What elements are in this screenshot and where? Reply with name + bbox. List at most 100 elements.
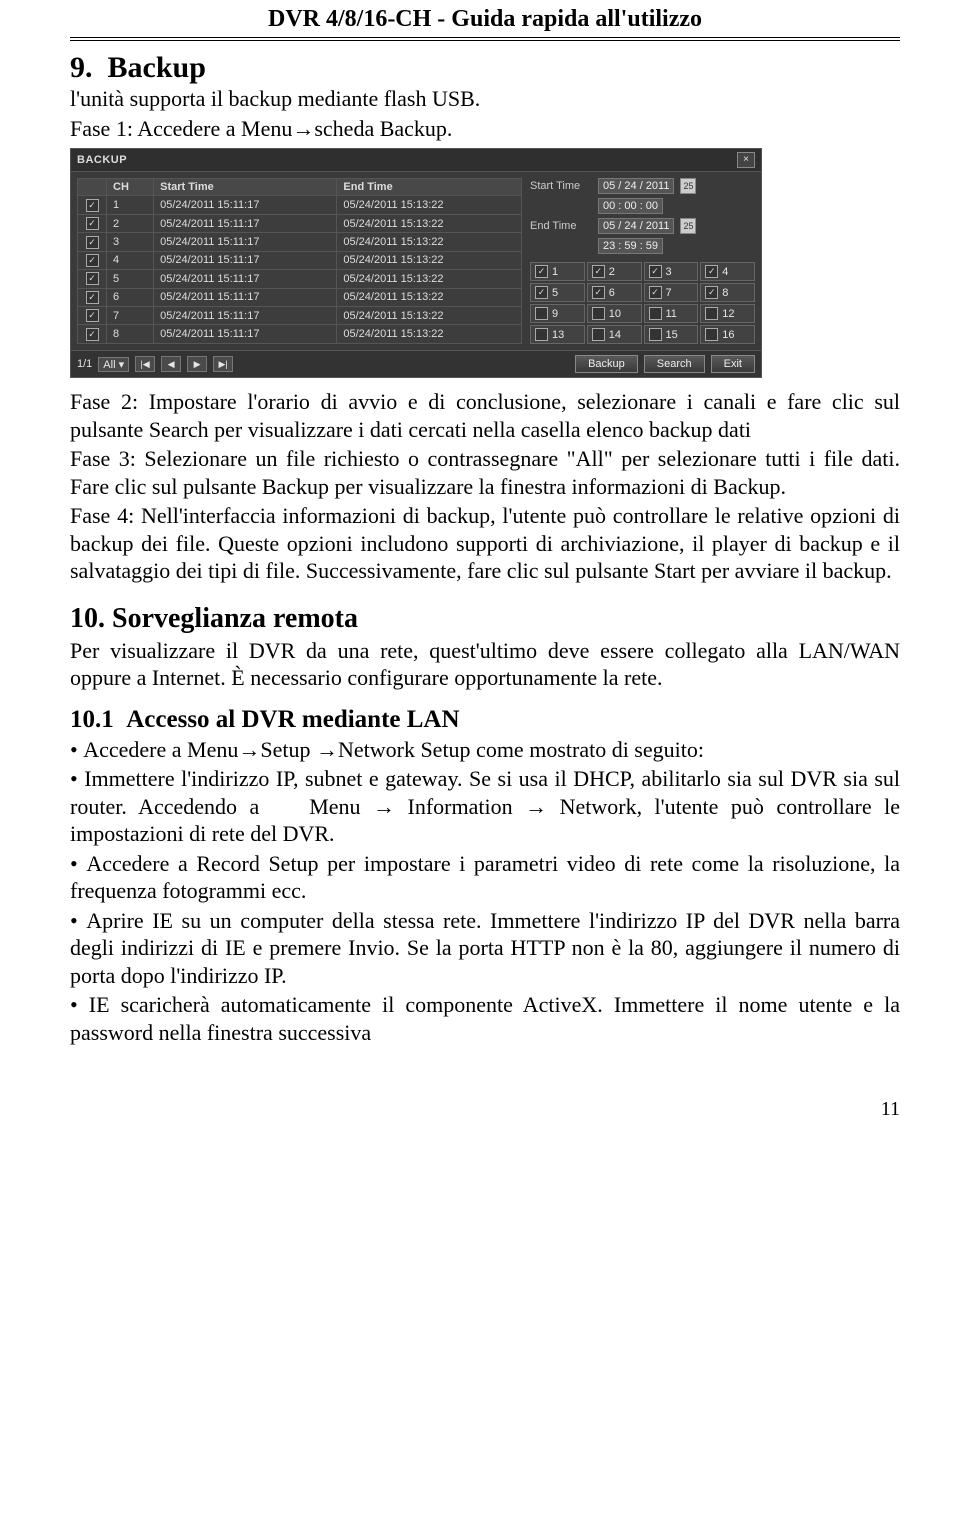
- cell-ch: 1: [107, 196, 154, 214]
- channel-checkbox[interactable]: ✓: [705, 286, 718, 299]
- cell-end: 05/24/2011 15:13:22: [337, 214, 522, 232]
- channel-cell[interactable]: ✓2: [587, 262, 642, 281]
- channel-checkbox[interactable]: [705, 328, 718, 341]
- end-date-input[interactable]: 05 / 24 / 2011: [598, 218, 674, 234]
- row-checkbox[interactable]: ✓: [86, 199, 99, 212]
- channel-cell[interactable]: 10: [587, 304, 642, 323]
- cell-end: 05/24/2011 15:13:22: [337, 307, 522, 325]
- first-page-icon[interactable]: |◀: [135, 356, 155, 372]
- channel-cell[interactable]: 14: [587, 325, 642, 344]
- s10-intro: Per visualizzare il DVR da una rete, que…: [70, 637, 900, 692]
- channel-checkbox[interactable]: [649, 307, 662, 320]
- cell-ch: 7: [107, 307, 154, 325]
- channel-checkbox[interactable]: [649, 328, 662, 341]
- channel-checkbox[interactable]: ✓: [592, 286, 605, 299]
- channel-checkbox[interactable]: ✓: [535, 286, 548, 299]
- prev-page-icon[interactable]: ◀: [161, 356, 181, 372]
- channel-checkbox[interactable]: ✓: [649, 265, 662, 278]
- col-check: [78, 179, 107, 196]
- channel-label: 1: [552, 266, 558, 278]
- start-date-input[interactable]: 05 / 24 / 2011: [598, 178, 674, 194]
- col-end: End Time: [337, 179, 522, 196]
- channel-checkbox[interactable]: [535, 307, 548, 320]
- channel-cell[interactable]: ✓3: [644, 262, 699, 281]
- table-row[interactable]: ✓605/24/2011 15:11:1705/24/2011 15:13:22: [78, 288, 522, 306]
- b1-pre: Accedere a Menu: [83, 737, 238, 762]
- channel-checkbox[interactable]: [592, 307, 605, 320]
- row-checkbox[interactable]: ✓: [86, 328, 99, 341]
- s9-p2-post: scheda Backup.: [314, 116, 452, 141]
- table-row[interactable]: ✓ 705/24/2011 15:11:1705/24/2011 15:13:22: [78, 307, 522, 325]
- close-icon[interactable]: ×: [737, 152, 755, 168]
- end-time-label: End Time: [530, 220, 592, 232]
- channel-cell[interactable]: ✓7: [644, 283, 699, 302]
- search-button[interactable]: Search: [644, 355, 705, 373]
- cell-start: 05/24/2011 15:11:17: [154, 196, 337, 214]
- table-row[interactable]: ✓805/24/2011 15:11:1705/24/2011 15:13:22: [78, 325, 522, 344]
- col-start: Start Time: [154, 179, 337, 196]
- row-checkbox[interactable]: ✓: [86, 309, 99, 322]
- channel-label: 4: [722, 266, 728, 278]
- channel-checkbox[interactable]: ✓: [649, 286, 662, 299]
- channel-cell[interactable]: ✓8: [700, 283, 755, 302]
- start-time-input[interactable]: 00 : 00 : 00: [598, 198, 663, 214]
- channel-checkbox[interactable]: ✓: [592, 265, 605, 278]
- channel-cell[interactable]: ✓5: [530, 283, 585, 302]
- channel-cell[interactable]: ✓4: [700, 262, 755, 281]
- cell-end: 05/24/2011 15:13:22: [337, 196, 522, 214]
- next-page-icon[interactable]: ▶: [187, 356, 207, 372]
- exit-button[interactable]: Exit: [711, 355, 755, 373]
- channel-checkbox[interactable]: [592, 328, 605, 341]
- bullet-1: Accedere a Menu→Setup →Network Setup com…: [70, 736, 900, 764]
- calendar-icon[interactable]: 25: [680, 218, 696, 234]
- last-page-icon[interactable]: ▶|: [213, 356, 233, 372]
- arrow-icon: →: [525, 794, 547, 819]
- channel-cell[interactable]: 11: [644, 304, 699, 323]
- channel-cell[interactable]: ✓1: [530, 262, 585, 281]
- end-time-input[interactable]: 23 : 59 : 59: [598, 238, 663, 254]
- channel-cell[interactable]: ✓6: [587, 283, 642, 302]
- table-row[interactable]: ✓ 105/24/2011 15:11:1705/24/2011 15:13:22: [78, 196, 522, 214]
- page-number: 11: [0, 1098, 900, 1121]
- row-checkbox[interactable]: ✓: [86, 254, 99, 267]
- channel-label: 11: [666, 308, 677, 320]
- channel-cell[interactable]: 12: [700, 304, 755, 323]
- table-row[interactable]: ✓205/24/2011 15:11:1705/24/2011 15:13:22: [78, 214, 522, 232]
- bullet-5: IE scaricherà automaticamente il compone…: [70, 991, 900, 1046]
- channel-checkbox[interactable]: [705, 307, 718, 320]
- channel-grid: ✓1✓2✓3✓4✓5✓6✓7✓8910111213141516: [530, 262, 755, 344]
- channel-checkbox[interactable]: ✓: [705, 265, 718, 278]
- arrow-icon: →: [316, 737, 338, 762]
- backup-screenshot: BACKUP × CH Start Time End Time ✓105/24/…: [70, 148, 762, 378]
- backup-table: CH Start Time End Time ✓105/24/2011 15:1…: [77, 178, 522, 344]
- channel-cell[interactable]: 13: [530, 325, 585, 344]
- channel-checkbox[interactable]: [535, 328, 548, 341]
- row-checkbox[interactable]: ✓: [86, 291, 99, 304]
- channel-cell[interactable]: 16: [700, 325, 755, 344]
- section-9-title: 9. Backup: [70, 51, 900, 85]
- all-select[interactable]: All ▾: [98, 357, 129, 372]
- header-rule: [70, 37, 900, 41]
- table-row[interactable]: ✓305/24/2011 15:11:1705/24/2011 15:13:22: [78, 233, 522, 251]
- table-row[interactable]: ✓405/24/2011 15:11:1705/24/2011 15:13:22: [78, 251, 522, 269]
- calendar-icon[interactable]: 25: [680, 178, 696, 194]
- b1-mid: Setup: [260, 737, 316, 762]
- row-checkbox[interactable]: ✓: [86, 217, 99, 230]
- channel-label: 16: [722, 329, 734, 341]
- backup-button[interactable]: Backup: [575, 355, 638, 373]
- channel-cell[interactable]: 15: [644, 325, 699, 344]
- channel-checkbox[interactable]: ✓: [535, 265, 548, 278]
- cell-start: 05/24/2011 15:11:17: [154, 307, 337, 325]
- arrow-icon: →: [373, 794, 395, 819]
- bullet-4: Aprire IE su un computer della stessa re…: [70, 907, 900, 990]
- channel-cell[interactable]: 9: [530, 304, 585, 323]
- cell-ch: 6: [107, 288, 154, 306]
- row-checkbox[interactable]: ✓: [86, 272, 99, 285]
- window-titlebar: BACKUP ×: [71, 149, 761, 172]
- channel-label: 10: [609, 308, 621, 320]
- row-checkbox[interactable]: ✓: [86, 236, 99, 249]
- b4: Aprire IE su un computer della stessa re…: [70, 908, 900, 988]
- table-row[interactable]: ✓505/24/2011 15:11:1705/24/2011 15:13:22: [78, 270, 522, 288]
- channel-label: 9: [552, 308, 558, 320]
- arrow-icon: →: [238, 737, 260, 762]
